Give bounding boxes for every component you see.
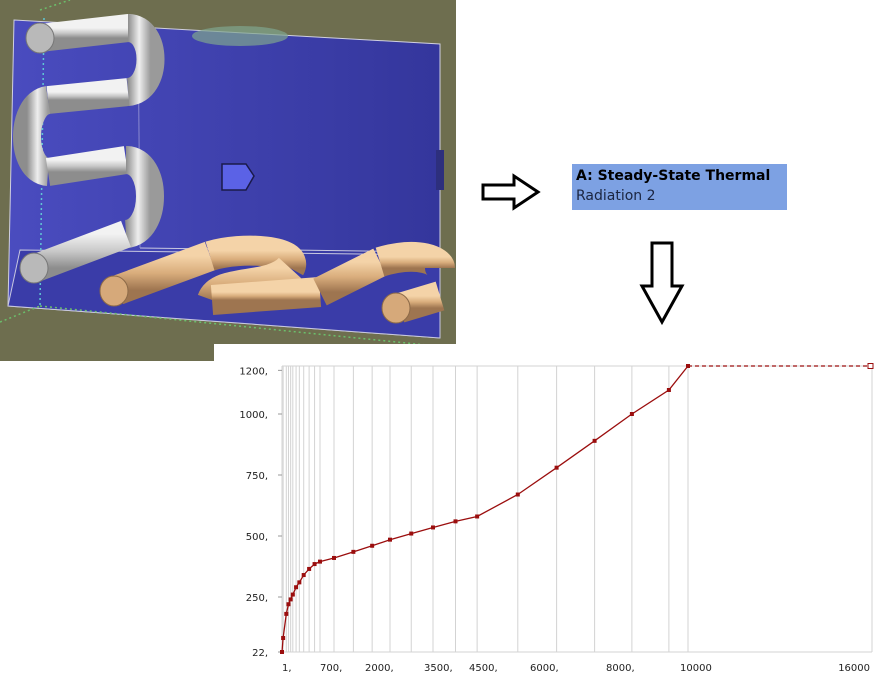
data-point [629, 412, 634, 416]
x-tick-label: 4500, [469, 663, 498, 674]
data-point [515, 492, 520, 497]
emissivity-temperature-chart[interactable]: 22, 250, 500, 750, 1000, 1200, 1, 700, 2000, 3500… [214, 344, 882, 677]
outline-tree-item[interactable]: A: Steady-State Thermal Radiation 2 [572, 164, 787, 210]
data-point [370, 543, 375, 548]
data-point [554, 465, 559, 470]
y-tick-label: 22, [252, 648, 268, 659]
x-tick-label: 10000 [680, 663, 712, 674]
extrapolation-endpoint [867, 363, 874, 369]
data-point [290, 592, 295, 597]
analysis-system-title: A: Steady-State Thermal [576, 168, 771, 184]
data-point [280, 650, 284, 654]
data-point [312, 562, 317, 567]
data-point [431, 525, 435, 530]
data-point [284, 611, 289, 616]
data-point [281, 636, 286, 641]
data-point [288, 597, 293, 602]
data-point [351, 549, 356, 554]
y-tick-label: 1200, [239, 366, 268, 377]
series-line [281, 365, 689, 653]
arrow-down-icon [639, 241, 685, 326]
arrow-right-icon [481, 173, 541, 211]
y-tick-label: 1000, [239, 410, 268, 421]
model-viewport[interactable] [0, 0, 456, 361]
data-point [294, 585, 299, 590]
data-point [301, 573, 306, 578]
x-tick-label: 1, [282, 663, 292, 674]
data-point [453, 519, 458, 524]
x-tick-label: 6000, [530, 663, 559, 674]
data-point [666, 388, 671, 392]
data-point [332, 555, 336, 560]
data-point [592, 438, 597, 443]
x-tick-label: 3500, [424, 663, 453, 674]
temperature-chart-panel: 22, 250, 500, 750, 1000, 1200, 1, 700, 2000, 3500… [214, 344, 882, 677]
data-point [286, 602, 291, 607]
y-tick-label: 750, [246, 471, 268, 482]
y-tick-label: 250, [246, 593, 268, 604]
y-tick-label: 500, [246, 532, 268, 543]
x-tick-label: 2000, [365, 663, 394, 674]
data-point [318, 559, 322, 564]
data-point [409, 531, 414, 536]
x-tick-label: 8000, [606, 663, 635, 674]
x-tick-label: 700, [320, 663, 342, 674]
radiation-item-label: Radiation 2 [576, 188, 656, 204]
x-tick-label: 16000 [838, 663, 870, 674]
data-point [297, 580, 302, 585]
data-point [475, 514, 480, 519]
data-point [388, 537, 392, 542]
data-point [307, 566, 312, 571]
data-point [686, 364, 690, 368]
